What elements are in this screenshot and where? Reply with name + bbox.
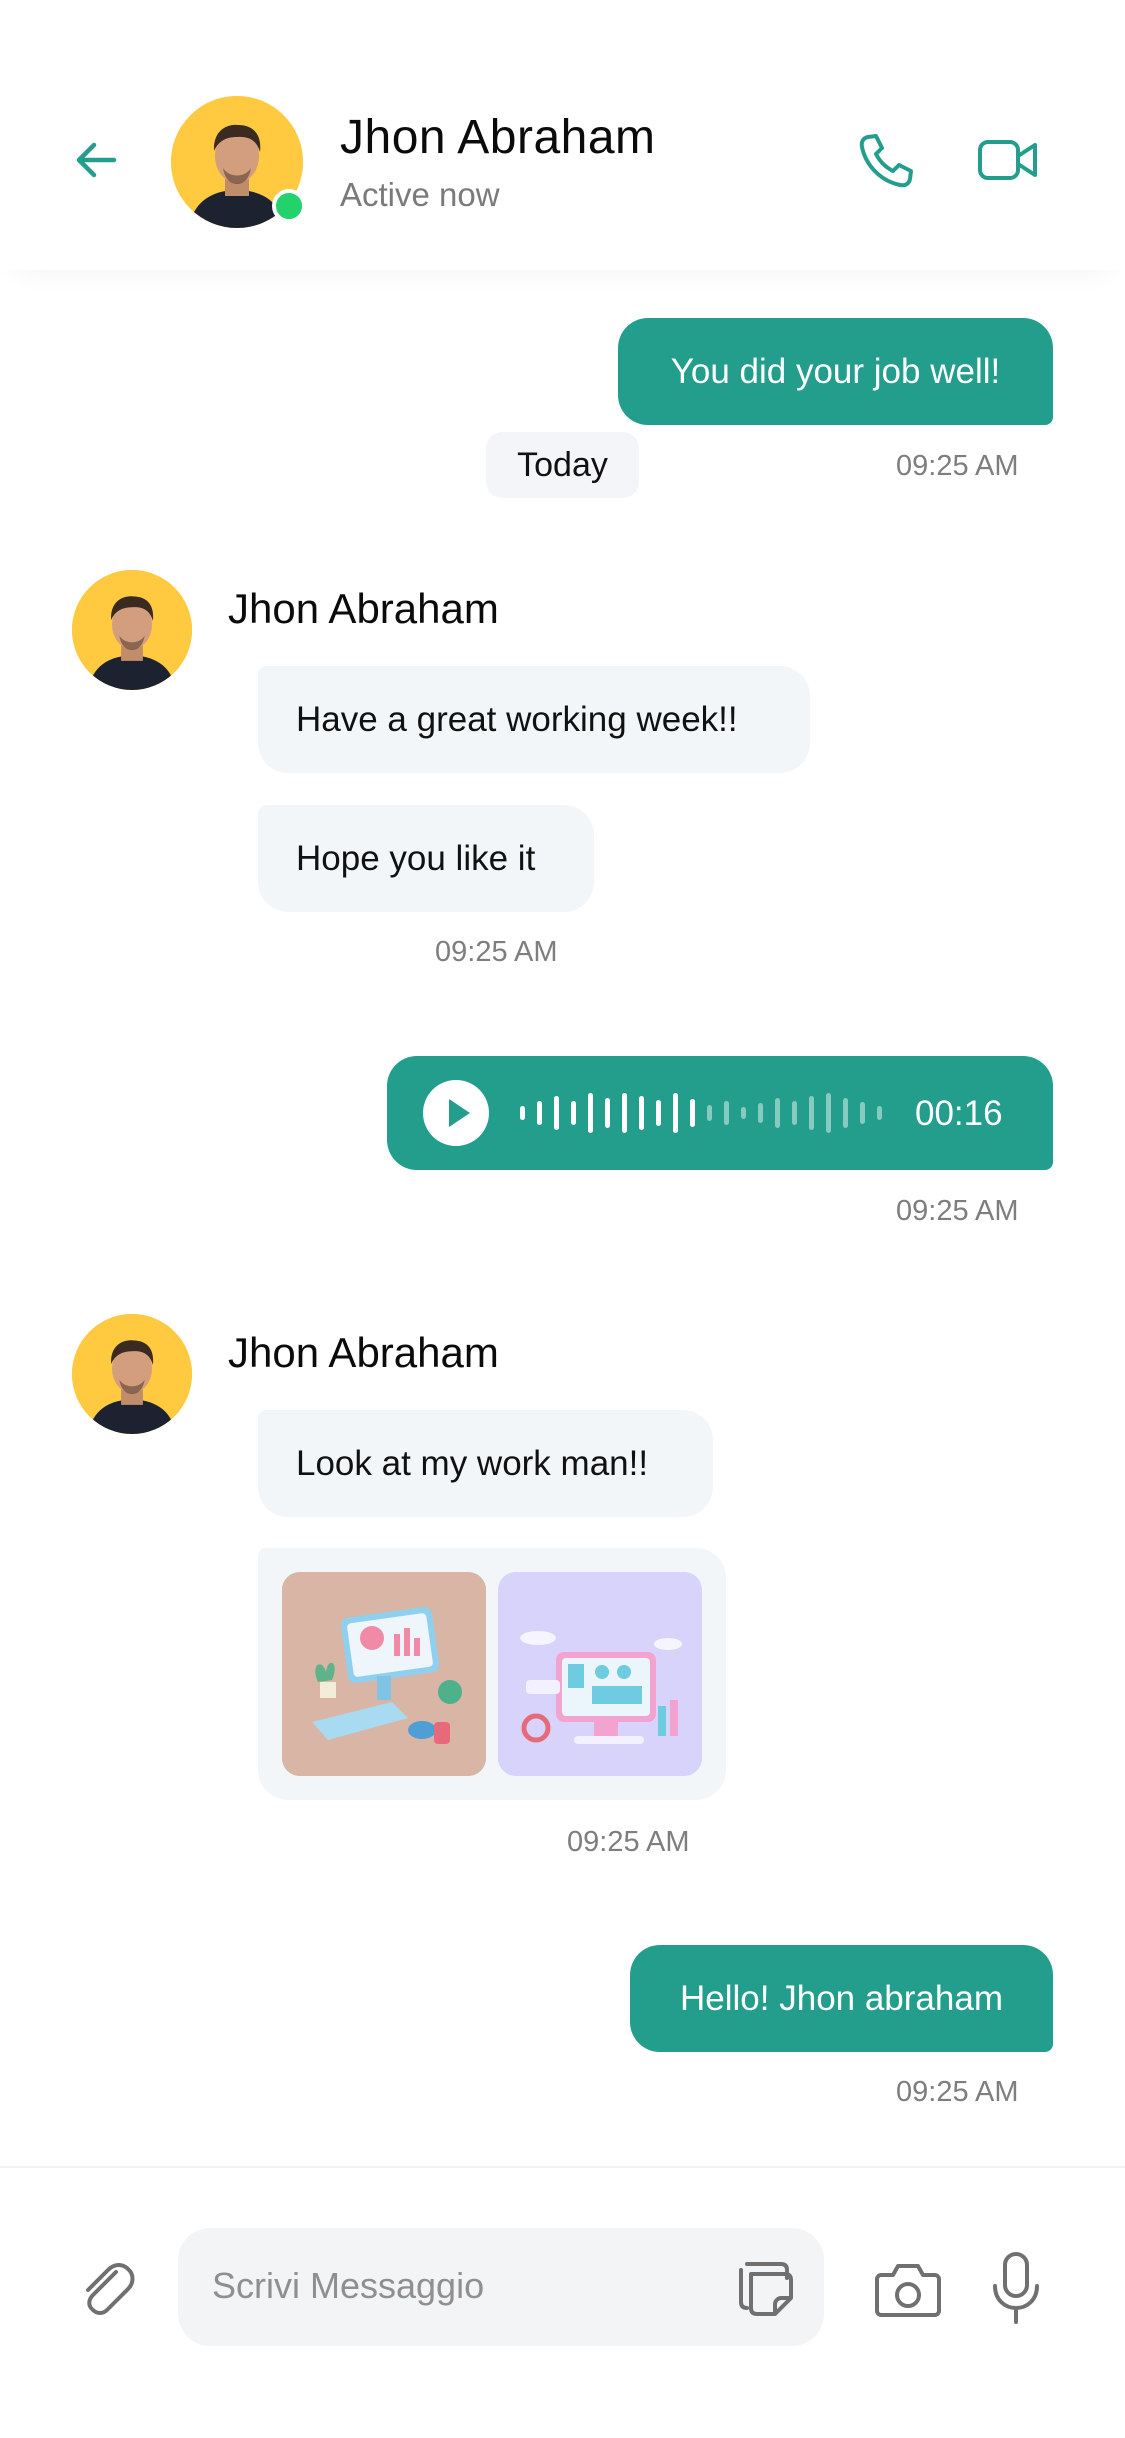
play-button[interactable] bbox=[423, 1080, 489, 1146]
message-time: 09:25 AM bbox=[567, 1826, 690, 1858]
waveform-bar bbox=[877, 1106, 882, 1120]
message-text: Hope you like it bbox=[296, 838, 536, 878]
waveform-bar bbox=[809, 1096, 814, 1130]
message-text: You did your job well! bbox=[670, 351, 1001, 391]
image-thumbnail[interactable] bbox=[498, 1572, 702, 1776]
waveform-bar bbox=[826, 1093, 831, 1133]
waveform-bar bbox=[775, 1098, 780, 1128]
waveform-bar bbox=[860, 1102, 865, 1124]
message-time: 09:25 AM bbox=[435, 936, 558, 968]
play-icon bbox=[449, 1099, 470, 1127]
waveform-bar bbox=[690, 1099, 695, 1127]
back-arrow-icon[interactable] bbox=[68, 130, 128, 190]
online-indicator bbox=[272, 189, 306, 223]
waveform-bar bbox=[707, 1105, 712, 1121]
outgoing-message[interactable]: You did your job well! bbox=[618, 318, 1053, 425]
incoming-message[interactable]: Look at my work man!! bbox=[258, 1410, 713, 1517]
message-text: Hello! Jhon abraham bbox=[680, 1978, 1003, 2018]
message-time: 09:25 AM bbox=[896, 2076, 1019, 2108]
incoming-message[interactable]: Have a great working week!! bbox=[258, 666, 810, 773]
sticker-icon[interactable] bbox=[733, 2256, 797, 2320]
video-camera-icon[interactable] bbox=[977, 136, 1039, 184]
waveform-bar bbox=[673, 1093, 678, 1133]
message-time: 09:25 AM bbox=[896, 1195, 1019, 1227]
image-message bbox=[258, 1548, 726, 1800]
waveform-bar bbox=[520, 1106, 525, 1120]
sender-avatar[interactable] bbox=[72, 570, 192, 690]
waveform-bar bbox=[588, 1093, 593, 1133]
waveform-bar bbox=[741, 1107, 746, 1119]
waveform-bar bbox=[554, 1096, 559, 1130]
phone-icon[interactable] bbox=[855, 128, 919, 192]
voice-duration: 00:16 bbox=[915, 1094, 1003, 1133]
sender-avatar[interactable] bbox=[72, 1314, 192, 1434]
microphone-icon[interactable] bbox=[988, 2250, 1044, 2326]
voice-message[interactable]: 00:16 bbox=[387, 1056, 1053, 1170]
message-input[interactable]: Scrivi Messaggio bbox=[178, 2228, 824, 2346]
sender-name: Jhon Abraham bbox=[228, 585, 499, 632]
message-input-placeholder: Scrivi Messaggio bbox=[212, 2265, 485, 2306]
waveform-bar bbox=[622, 1093, 627, 1133]
waveform-bar bbox=[639, 1096, 644, 1130]
day-separator: Today bbox=[486, 432, 639, 498]
message-time: 09:25 AM bbox=[896, 450, 1019, 482]
message-text: Have a great working week!! bbox=[296, 699, 738, 739]
sender-name: Jhon Abraham bbox=[228, 1329, 499, 1376]
waveform-bar bbox=[792, 1101, 797, 1125]
waveform-bar bbox=[571, 1101, 576, 1125]
image-thumbnail[interactable] bbox=[282, 1572, 486, 1776]
contact-name[interactable]: Jhon Abraham bbox=[340, 110, 656, 165]
contact-status: Active now bbox=[340, 176, 500, 213]
waveform-bar bbox=[724, 1101, 729, 1125]
voice-waveform[interactable] bbox=[518, 1056, 898, 1170]
outgoing-message[interactable]: Hello! Jhon abraham bbox=[630, 1945, 1053, 2052]
message-text: Look at my work man!! bbox=[296, 1443, 649, 1483]
waveform-bar bbox=[843, 1098, 848, 1128]
waveform-bar bbox=[758, 1103, 763, 1123]
incoming-message[interactable]: Hope you like it bbox=[258, 805, 594, 912]
camera-icon[interactable] bbox=[873, 2257, 943, 2319]
paperclip-icon[interactable] bbox=[76, 2258, 138, 2320]
waveform-bar bbox=[537, 1101, 542, 1125]
waveform-bar bbox=[656, 1100, 661, 1126]
day-label: Today bbox=[517, 445, 608, 484]
waveform-bar bbox=[605, 1098, 610, 1128]
